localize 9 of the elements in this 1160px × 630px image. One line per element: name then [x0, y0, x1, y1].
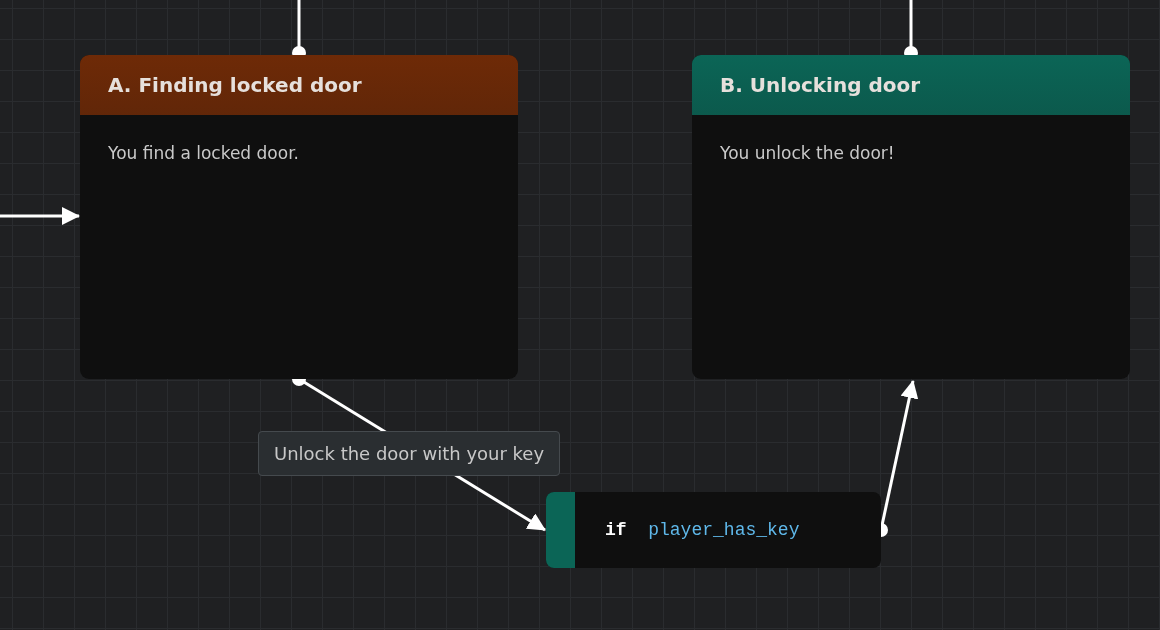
passage-card[interactable]: B. Unlocking door You unlock the door! [692, 55, 1130, 379]
edge-label: Unlock the door with your key [258, 431, 561, 476]
passage-card[interactable]: A. Finding locked door You find a locked door. [80, 55, 518, 379]
passage-title: B. Unlocking door [720, 73, 921, 97]
condition-card[interactable]: if player_has_key [546, 492, 881, 568]
passage-text: You unlock the door! [720, 143, 895, 163]
condition-code: if player_has_key [605, 520, 800, 540]
passage-text: You find a locked door. [108, 143, 299, 163]
passage-title: A. Finding locked door [108, 73, 362, 97]
